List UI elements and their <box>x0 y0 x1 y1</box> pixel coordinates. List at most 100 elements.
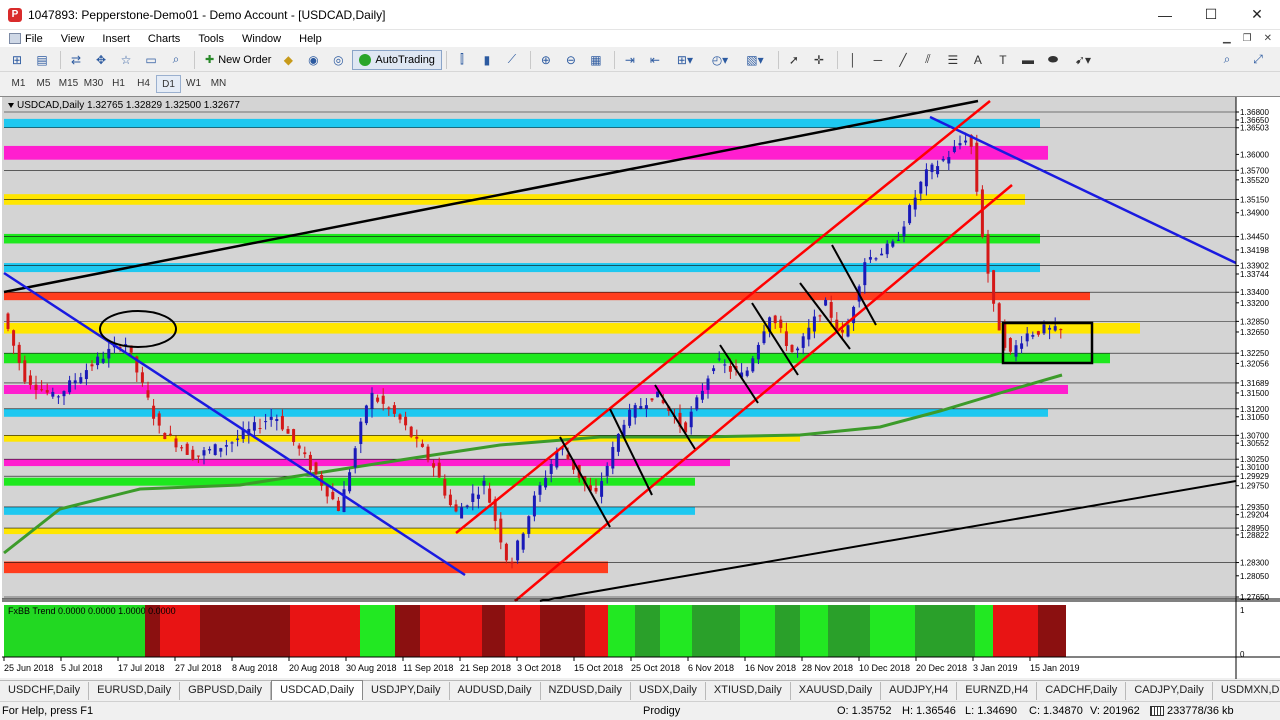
sr-zone-band[interactable] <box>4 292 1090 301</box>
timeframe-m1[interactable]: M1 <box>6 75 31 93</box>
sr-zone-band[interactable] <box>4 233 1040 244</box>
crosshair-icon[interactable]: ✛ <box>808 50 830 70</box>
chart-tab[interactable]: USDMXN,Dail <box>1213 682 1280 700</box>
market-watch-icon[interactable]: ⇄ <box>65 50 87 70</box>
navigator-icon[interactable]: ☆ <box>115 50 137 70</box>
indicator-label: FxBB Trend 0.0000 0.0000 1.0000 0.0000 <box>8 606 176 616</box>
fibonacci-icon[interactable]: ☰ <box>942 50 964 70</box>
chart-window[interactable]: 1.36800 1.36650 1.36503 1.36000 1.35700 1.355… <box>0 96 1280 679</box>
chart-shift-icon[interactable]: ⇤ <box>644 50 666 70</box>
sr-zone-band[interactable] <box>4 353 1110 364</box>
date-axis-label: 11 Sep 2018 <box>403 663 453 673</box>
auto-scroll-icon[interactable]: ⇥ <box>619 50 641 70</box>
text-label-icon[interactable]: T <box>992 50 1014 70</box>
cursor-icon[interactable]: ➚ <box>783 50 805 70</box>
indicators-icon[interactable]: ⊞▾ <box>669 50 701 70</box>
menu-help[interactable]: Help <box>290 33 331 45</box>
candlestick-icon[interactable]: ▮ <box>476 50 498 70</box>
text-icon[interactable]: A <box>967 50 989 70</box>
candle-body <box>364 405 368 424</box>
sr-zone-band[interactable] <box>4 506 695 515</box>
chart-tab[interactable]: EURUSD,Daily <box>89 682 181 700</box>
new-order-button[interactable]: ✚ New Order <box>199 50 277 70</box>
chart-tab[interactable]: USDX,Daily <box>631 682 706 700</box>
mdi-close-icon[interactable]: ✕ <box>1264 33 1272 44</box>
chart-tab[interactable]: USDCAD,Daily <box>271 680 364 700</box>
date-axis-label: 20 Aug 2018 <box>289 663 340 673</box>
menu-insert[interactable]: Insert <box>93 33 139 45</box>
timeframe-w1[interactable]: W1 <box>181 75 206 93</box>
candle-body <box>84 370 88 380</box>
menu-charts[interactable]: Charts <box>139 33 189 45</box>
candle-body <box>180 447 184 449</box>
periods-icon[interactable]: ◴▾ <box>704 50 736 70</box>
timeframe-m30[interactable]: M30 <box>81 75 106 93</box>
new-chart-icon[interactable]: ⊞ <box>6 50 28 70</box>
chart-tab[interactable]: XTIUSD,Daily <box>706 682 791 700</box>
sr-zone-band[interactable] <box>4 145 1048 160</box>
sr-zone-band[interactable] <box>4 528 600 535</box>
timeframe-h1[interactable]: H1 <box>106 75 131 93</box>
chart-tab[interactable]: USDJPY,Daily <box>363 682 450 700</box>
candle-body <box>499 518 503 543</box>
price-axis-label: 1.31689 <box>1240 379 1269 388</box>
chart-tab[interactable]: AUDJPY,H4 <box>881 682 958 700</box>
templates-icon[interactable]: ▧▾ <box>739 50 771 70</box>
date-axis-label: 21 Sep 2018 <box>460 663 511 673</box>
zoom-in-icon[interactable]: ⊕ <box>535 50 557 70</box>
timeframe-mn[interactable]: MN <box>206 75 231 93</box>
trendline-icon[interactable]: ╱ <box>892 50 914 70</box>
candle-body <box>415 436 419 439</box>
chart-tab[interactable]: EURNZD,H4 <box>957 682 1038 700</box>
metaeditor-icon[interactable]: ◆ <box>277 50 299 70</box>
timeframe-d1[interactable]: D1 <box>156 75 181 93</box>
menu-window[interactable]: Window <box>233 33 290 45</box>
rectangle-icon[interactable]: ▬ <box>1017 50 1039 70</box>
candle-body <box>269 416 273 420</box>
line-chart-icon[interactable]: ⟋ <box>501 50 523 70</box>
vertical-line-icon[interactable]: │ <box>842 50 864 70</box>
sr-zone-band[interactable] <box>4 263 1040 273</box>
equidistant-channel-icon[interactable]: ⫽ <box>917 50 939 70</box>
terminal-icon[interactable]: ▭ <box>140 50 162 70</box>
bar-chart-icon[interactable]: ⫿ <box>451 50 473 70</box>
menu-file[interactable]: File <box>0 33 52 45</box>
sr-zone-band[interactable] <box>4 384 1068 394</box>
search-icon[interactable]: ⌕ <box>1216 50 1238 70</box>
autotrading-icon <box>359 53 372 66</box>
price-axis-label: 1.35150 <box>1240 195 1269 204</box>
chart-tab[interactable]: GBPUSD,Daily <box>180 682 272 700</box>
menu-tools[interactable]: Tools <box>189 33 233 45</box>
data-window-icon[interactable]: ✥ <box>90 50 112 70</box>
tile-windows-icon[interactable]: ▦ <box>585 50 607 70</box>
signals-icon[interactable]: ◉ <box>302 50 324 70</box>
mdi-minimize-icon[interactable]: ▁ <box>1223 33 1231 44</box>
chart-tab[interactable]: USDCHF,Daily <box>0 682 90 700</box>
timeframe-m15[interactable]: M15 <box>56 75 81 93</box>
zoom-out-icon[interactable]: ⊖ <box>560 50 582 70</box>
menu-view[interactable]: View <box>52 33 94 45</box>
timeframe-h4[interactable]: H4 <box>131 75 156 93</box>
price-chart[interactable]: 1.368001.366501.365031.360001.357001.355… <box>0 97 1280 679</box>
close-button[interactable]: ✕ <box>1234 0 1280 30</box>
chart-tab[interactable]: CADJPY,Daily <box>1126 682 1213 700</box>
autotrading-button[interactable]: AutoTrading <box>352 49 442 70</box>
profiles-icon[interactable]: ▤ <box>31 50 53 70</box>
horizontal-line-icon[interactable]: ─ <box>867 50 889 70</box>
collapse-triangle-icon <box>8 103 14 108</box>
chart-tab[interactable]: XAUUSD,Daily <box>791 682 882 700</box>
candle-body <box>342 489 346 513</box>
arrows-icon[interactable]: ➹▾ <box>1067 50 1099 70</box>
timeframe-m5[interactable]: M5 <box>31 75 56 93</box>
chart-tab[interactable]: CADCHF,Daily <box>1037 682 1127 700</box>
ellipse-icon[interactable]: ⬬ <box>1042 50 1064 70</box>
expand-icon[interactable]: ⤢ <box>1247 50 1269 70</box>
minimize-button[interactable]: — <box>1142 0 1188 30</box>
chart-tab[interactable]: AUDUSD,Daily <box>450 682 541 700</box>
candle-body <box>23 360 27 382</box>
tester-icon[interactable]: ⌕ <box>165 50 187 70</box>
mdi-restore-icon[interactable]: ❐ <box>1243 33 1252 44</box>
chart-tab[interactable]: NZDUSD,Daily <box>541 682 631 700</box>
market-icon[interactable]: ◎ <box>327 50 349 70</box>
maximize-button[interactable]: ☐ <box>1188 0 1234 30</box>
